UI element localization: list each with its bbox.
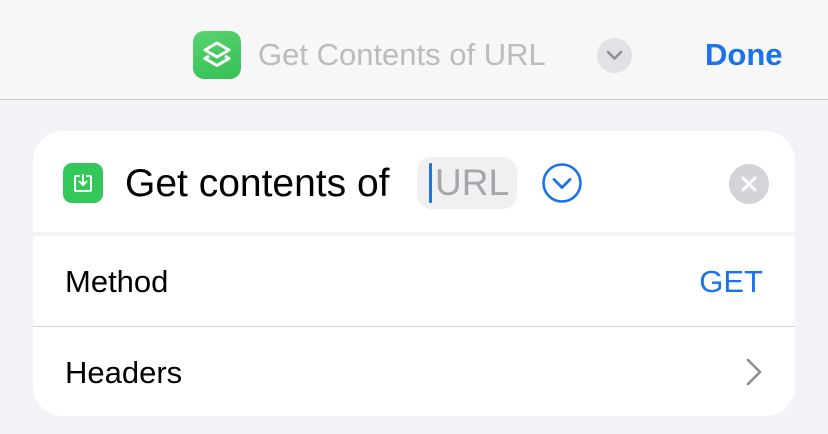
- method-label: Method: [65, 264, 169, 299]
- action-card: Get contents of URL Method GET Headers: [33, 131, 795, 416]
- method-value[interactable]: GET: [699, 263, 763, 301]
- headers-label: Headers: [65, 355, 183, 390]
- url-placeholder: URL: [435, 162, 510, 203]
- chevron-down-icon[interactable]: [597, 38, 632, 73]
- shortcut-title[interactable]: Get Contents of URL: [258, 36, 546, 74]
- url-input[interactable]: URL: [417, 157, 517, 209]
- download-tray-icon: [63, 163, 103, 203]
- shortcuts-icon: [193, 31, 241, 79]
- done-button[interactable]: Done: [705, 36, 783, 74]
- chevron-down-circle-icon[interactable]: [541, 162, 583, 204]
- close-icon[interactable]: [729, 164, 769, 204]
- chevron-right-icon: [745, 357, 763, 392]
- navigation-bar: Get Contents of URL Done: [0, 0, 828, 100]
- action-title: Get contents of: [125, 162, 390, 205]
- headers-row[interactable]: Headers: [33, 327, 795, 416]
- text-cursor: [429, 163, 432, 203]
- method-row[interactable]: Method GET: [33, 236, 795, 326]
